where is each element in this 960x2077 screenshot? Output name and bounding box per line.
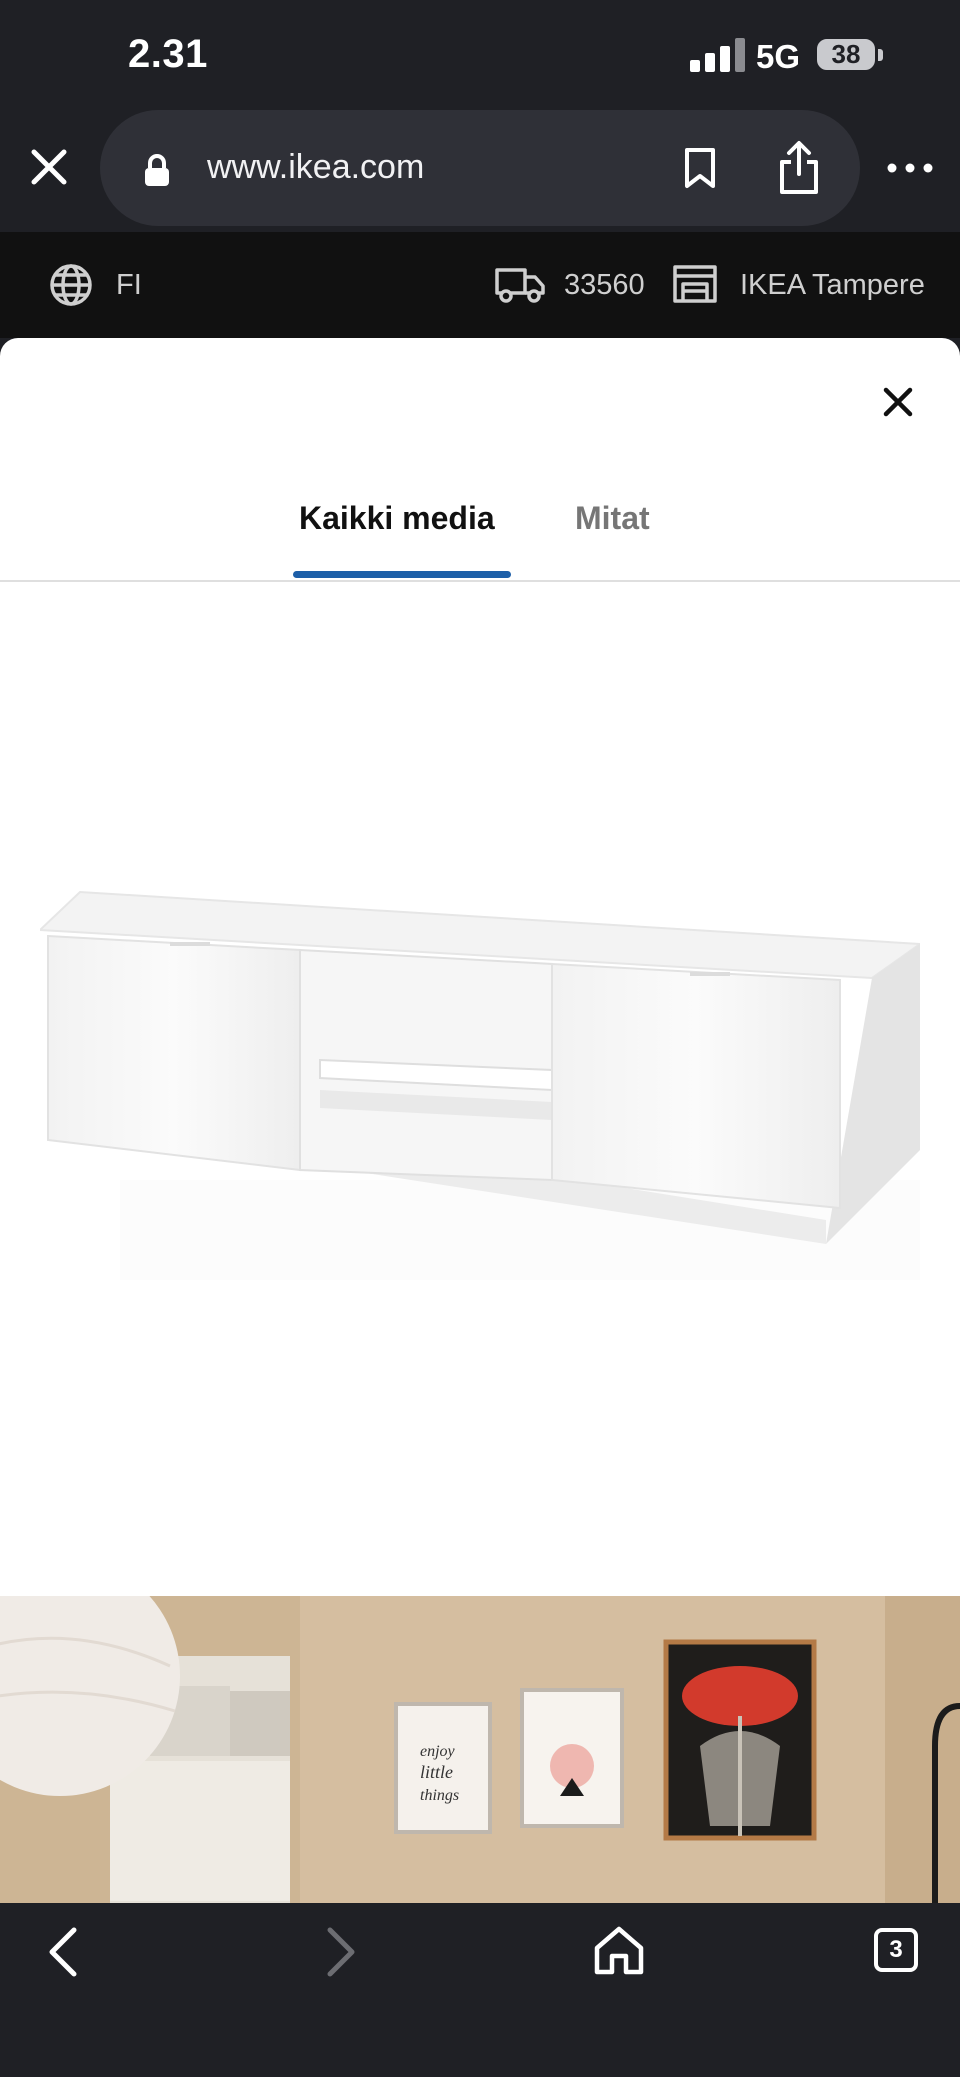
network-type: 5G — [756, 38, 801, 75]
url-text[interactable]: www.ikea.com — [207, 148, 424, 187]
tv-bench-image — [37, 880, 923, 1300]
language-selector[interactable]: FI — [116, 269, 142, 302]
browser-bottom-bar — [0, 1903, 960, 2077]
share-icon[interactable] — [775, 140, 823, 196]
bookmark-icon[interactable] — [682, 146, 718, 190]
globe-icon[interactable] — [48, 262, 94, 308]
tabs-button[interactable]: 3 — [874, 1928, 918, 1972]
lifestyle-image[interactable]: enjoy little things — [0, 1596, 960, 1903]
more-icon[interactable] — [885, 154, 935, 182]
tab-all-media[interactable]: Kaikki media — [299, 500, 495, 537]
svg-text:enjoy: enjoy — [420, 1743, 456, 1760]
tab-dimensions[interactable]: Mitat — [575, 500, 650, 537]
truck-icon[interactable] — [494, 264, 546, 304]
tabs-divider — [0, 580, 960, 582]
chevron-left-icon[interactable] — [44, 1926, 84, 1978]
store-selector[interactable]: IKEA Tampere — [740, 269, 925, 302]
store-icon[interactable] — [672, 264, 718, 304]
status-time: 2.31 — [128, 32, 208, 76]
close-modal-icon[interactable] — [878, 382, 918, 422]
postal-code[interactable]: 33560 — [564, 269, 645, 302]
svg-text:little: little — [420, 1762, 453, 1782]
signal-icon — [690, 38, 746, 72]
home-icon[interactable] — [592, 1924, 646, 1976]
close-icon[interactable] — [26, 144, 72, 190]
lock-icon — [142, 152, 172, 188]
active-tab-indicator — [293, 571, 511, 578]
chevron-right-icon[interactable] — [320, 1926, 360, 1978]
battery-icon: 38 — [817, 39, 883, 72]
battery-level: 38 — [831, 39, 861, 69]
svg-text:things: things — [420, 1787, 459, 1804]
